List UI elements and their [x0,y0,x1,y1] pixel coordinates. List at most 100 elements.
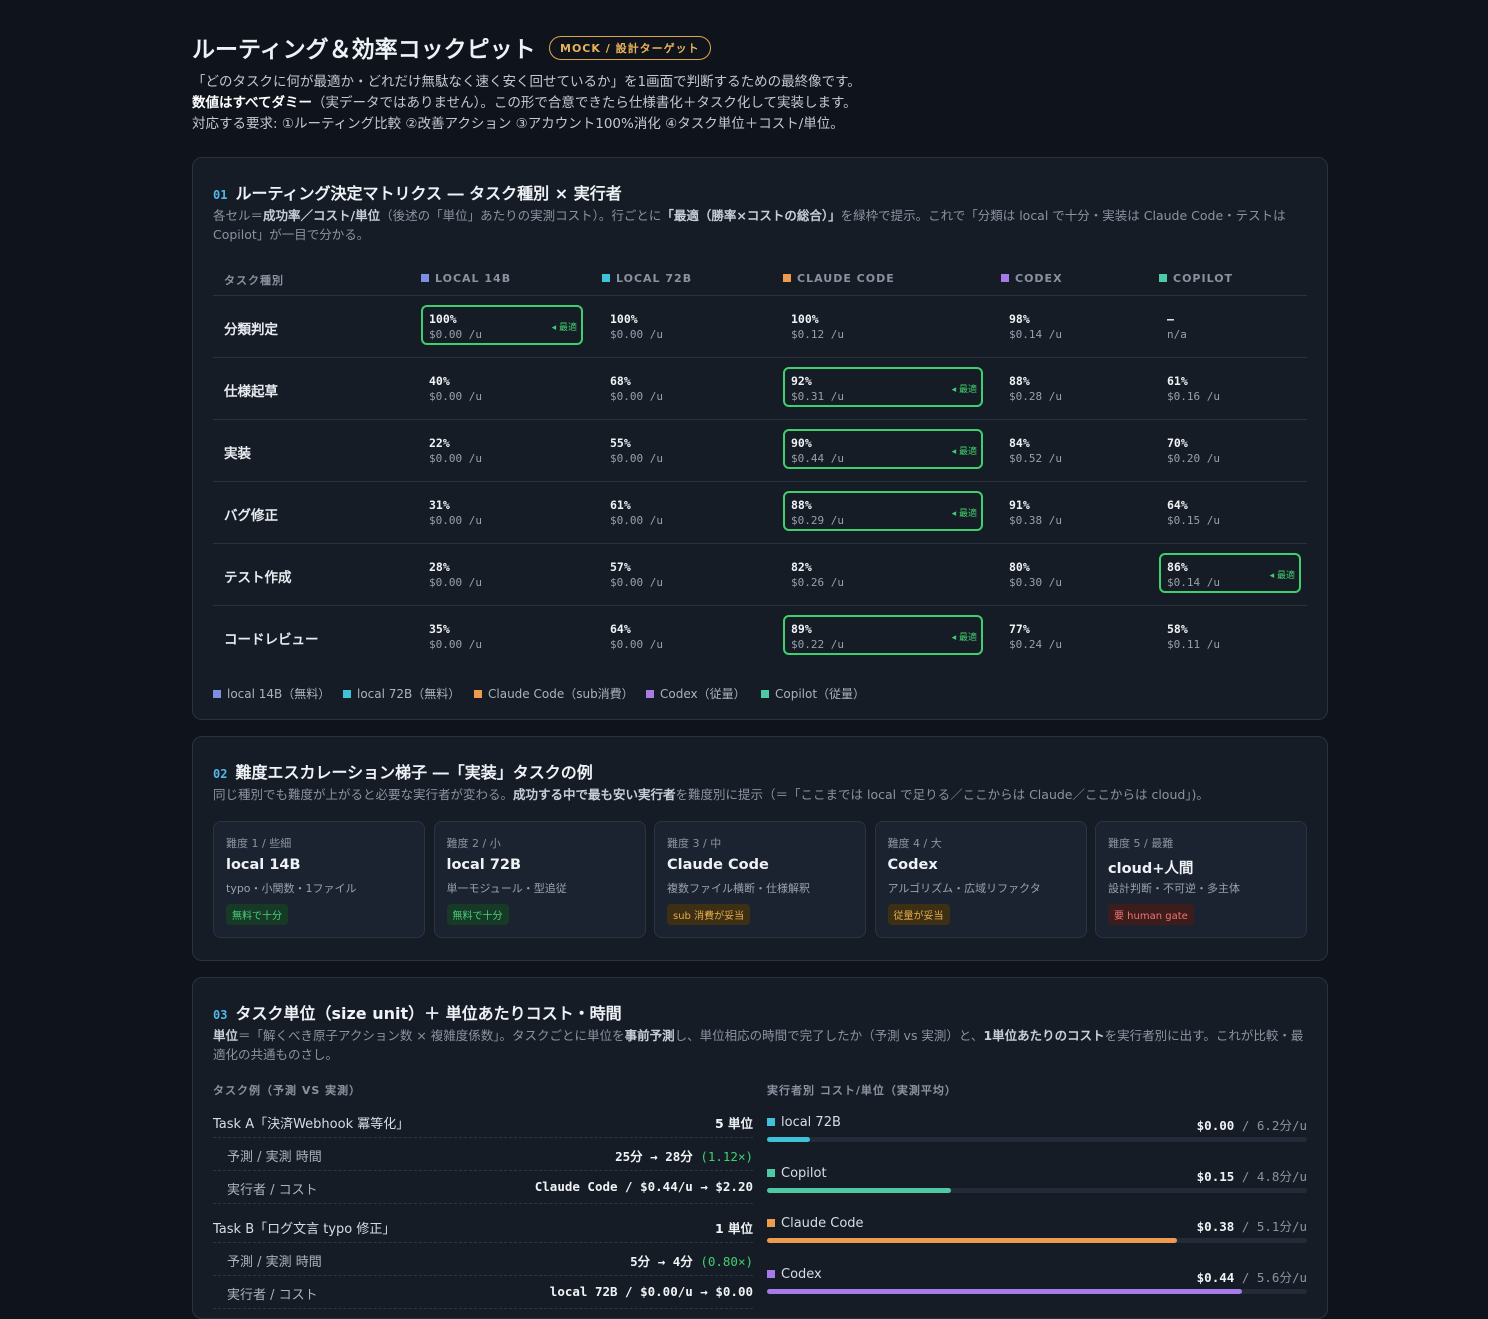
matrix-cell-codex[interactable]: 91% $0.38 /u [1001,491,1155,531]
cost-per-unit: $0.00 /u [429,390,482,403]
success-rate: 28% [429,560,450,574]
cost-per-unit: $0.00 /u [429,638,482,651]
time-label: 予測 / 実測 時間 [227,1150,322,1165]
ladder-step-2[interactable]: 難度 2 / 小 local 72B 単一モジュール・型追従 無料で十分 [433,821,646,938]
matrix-cell-codex[interactable]: 98% $0.14 /u [1001,305,1155,345]
cost-per-unit: $0.00 /u [610,638,663,651]
matrix-cell-local72[interactable]: 68% $0.00 /u [602,367,764,407]
cost-per-unit: $0.24 /u [1009,638,1062,651]
matrix-cell-claude[interactable]: 89% $0.22 /u ◂ 最適 [783,615,983,655]
mock-badge: MOCK / 設計ターゲット [549,36,711,60]
units-desc-3: し、単位相応の時間で完了したか（予測 vs 実測）と、 [674,1028,984,1043]
cost-per-unit: $0.16 /u [1167,390,1220,403]
success-rate: 58% [1167,622,1188,636]
matrix-col-header-label: CODEX [1015,272,1063,285]
executor-swatch [767,1269,775,1278]
executor-cost-heading: 実行者別 コスト/単位（実測平均） [767,1084,957,1097]
legend-item-local14: local 14B（無料） [213,685,330,702]
cost-value: Claude Code / $0.44/u → $2.20 [534,1179,753,1194]
matrix-cell-copilot[interactable]: 64% $0.15 /u [1159,491,1301,531]
matrix-cell-local14[interactable]: 100% $0.00 /u ◂ 最適 [421,305,583,345]
matrix-title: 01 ルーティング決定マトリクス ― タスク種別 × 実行者 [213,180,622,204]
executor-name-label: Codex [781,1266,822,1282]
task-name: Task A「決済Webhook 冪等化」 [213,1117,410,1132]
matrix-cell-local14[interactable]: 40% $0.00 /u [421,367,583,407]
matrix-cell-local14[interactable]: 35% $0.00 /u [421,615,583,655]
cost-per-unit: $0.28 /u [1009,390,1062,403]
legend-label: local 14B（無料） [227,687,331,701]
matrix-cell-local14[interactable]: 31% $0.00 /u [421,491,583,531]
ladder-executor-name: cloud+人間 [1108,861,1194,877]
matrix-row-label: テスト作成 [224,570,292,586]
cost-value: local 72B / $0.00/u → $0.00 [549,1284,753,1299]
matrix-cell-local72[interactable]: 64% $0.00 /u [602,615,764,655]
ladder-desc-b: 成功する中で最も安い実行者 [513,787,676,802]
success-rate: 61% [1167,374,1188,388]
matrix-cell-local14[interactable]: 28% $0.00 /u [421,553,583,593]
task-row: Task B「ログ文言 typo 修正」 1 単位 [213,1210,753,1243]
matrix-cell-claude[interactable]: 100% $0.12 /u [783,305,983,345]
ladder-step-3[interactable]: 難度 3 / 中 Claude Code 複数ファイル横断・仕様解釈 sub 消費が妥… [654,821,866,938]
units-title: 03 タスク単位（size unit）＋ 単位あたりコスト・時間 [213,1000,622,1024]
claude-legend-swatch [474,690,482,698]
ladder-verdict-badge: 要 human gate [1108,904,1194,925]
success-rate: 88% [791,498,812,512]
matrix-cell-local72[interactable]: 55% $0.00 /u [602,429,764,469]
matrix-cell-copilot[interactable]: — n/a [1159,305,1301,345]
ladder-executor-name: Codex [887,857,938,873]
best-tag: ◂ 最適 [951,509,977,519]
matrix-cell-claude[interactable]: 92% $0.31 /u ◂ 最適 [783,367,983,407]
units-desc-0: 単位 [213,1028,239,1043]
matrix-cell-codex[interactable]: 84% $0.52 /u [1001,429,1155,469]
cost-bar-fill [767,1238,1178,1243]
ladder-executor-name: local 72B [446,857,522,873]
cost-bar-track [767,1137,1307,1142]
cost-per-unit: $0.14 /u [1009,328,1062,341]
matrix-cell-claude[interactable]: 82% $0.26 /u [783,553,983,593]
matrix-cell-codex[interactable]: 77% $0.24 /u [1001,615,1155,655]
success-rate: 57% [610,560,631,574]
matrix-col-header-label: CLAUDE CODE [797,272,895,285]
matrix-cell-codex[interactable]: 80% $0.30 /u [1001,553,1155,593]
units-desc: 単位＝「解くべき原子アクション数 × 複雑度係数」。タスクごとに単位を事前予測し… [213,1026,1307,1064]
matrix-cell-copilot[interactable]: 58% $0.11 /u [1159,615,1301,655]
ladder-desc: 同じ種別でも難度が上がると必要な実行者が変わる。成功する中で最も安い実行者を難度… [213,785,1307,804]
matrix-cell-codex[interactable]: 88% $0.28 /u [1001,367,1155,407]
executor-cost-row: Claude Code $0.38 / 5.1分/u [767,1216,1307,1256]
codex-swatch [1001,274,1009,282]
ladder-step-1[interactable]: 難度 1 / 些細 local 14B typo・小関数・1ファイル 無料で十分 [213,821,425,938]
cost-per-unit: $0.00 /u [610,452,663,465]
matrix-cell-local72[interactable]: 61% $0.00 /u [602,491,764,531]
cost-per-unit: $0.12 /u [791,328,844,341]
cost-per-unit: $0.00 /u [610,328,663,341]
cost-per-unit: $0.00 /u [429,452,482,465]
ladder-scope: 設計判断・不可逆・多主体 [1108,882,1240,895]
cost-label: 実行者 / コスト [227,1288,318,1303]
matrix-cell-local14[interactable]: 22% $0.00 /u [421,429,583,469]
matrix-cell-copilot[interactable]: 61% $0.16 /u [1159,367,1301,407]
matrix-col-header-codex: CODEX [1001,272,1063,285]
cost-per-unit: $0.52 /u [1009,452,1062,465]
success-rate: 84% [1009,436,1030,450]
task-cost-row: 実行者 / コスト Claude Code / $0.44/u → $2.20 [213,1171,753,1204]
executor-cost: $0.44 [1196,1269,1235,1285]
matrix-cell-copilot[interactable]: 70% $0.20 /u [1159,429,1301,469]
claude-swatch [783,274,791,282]
matrix-col-header-copilot: COPILOT [1159,272,1233,285]
matrix-cell-claude[interactable]: 88% $0.29 /u ◂ 最適 [783,491,983,531]
matrix-cell-claude[interactable]: 90% $0.44 /u ◂ 最適 [783,429,983,469]
matrix-cell-local72[interactable]: 57% $0.00 /u [602,553,764,593]
ladder-verdict-badge: 従量が妥当 [887,904,950,925]
ladder-step-4[interactable]: 難度 4 / 大 Codex アルゴリズム・広域リファクタ 従量が妥当 [874,821,1087,938]
cost-per-unit: $0.29 /u [791,514,844,527]
executor-swatch [767,1219,775,1227]
task-units: 5 単位 [714,1116,753,1131]
matrix-cell-copilot[interactable]: 86% $0.14 /u ◂ 最適 [1159,553,1301,593]
ladder-step-5[interactable]: 難度 5 / 最難 cloud+人間 設計判断・不可逆・多主体要 human gat… [1095,821,1307,938]
cost-per-unit: $0.38 /u [1009,514,1062,527]
success-rate: 88% [1009,374,1030,388]
codex-legend-swatch [646,690,654,698]
task-time-row: 予測 / 実測 時間 5分 → 4分 (0.80×) [213,1243,753,1276]
matrix-cell-local72[interactable]: 100% $0.00 /u [602,305,764,345]
executor-cost-time: $0.15 / 4.8分/u [1197,1166,1307,1185]
